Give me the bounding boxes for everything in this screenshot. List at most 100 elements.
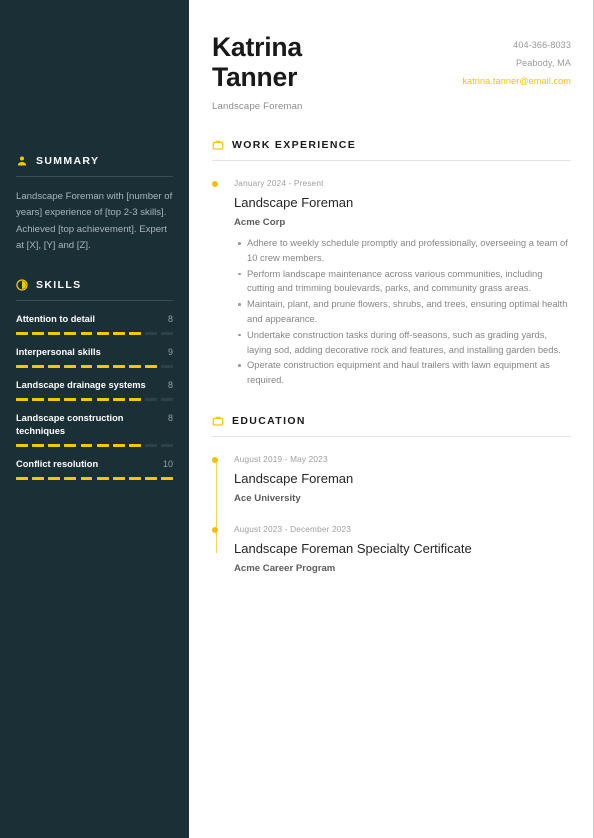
skill-rating-segment — [161, 331, 174, 335]
skill-rating-segment — [80, 331, 93, 335]
skills-heading: SKILLS — [16, 279, 173, 300]
skill-rating-segment — [145, 397, 157, 401]
entry-date: January 2024 - Present — [234, 178, 324, 188]
contact-location: Peabody, MA — [515, 58, 571, 68]
section-work-experience: WORK EXPERIENCE January 2024 - Present La… — [212, 139, 571, 388]
skill-rating-bar — [16, 476, 174, 480]
entry-date: August 2023 - December 2023 — [234, 523, 352, 534]
entry-title: Landscape Foreman — [234, 470, 354, 486]
sidebar-section-skills: SKILLS Attention to detail 8 Interpersonal… — [16, 279, 174, 480]
skill-item: Conflict resolution 10 — [16, 458, 174, 480]
education-heading: EDUCATION — [212, 415, 571, 436]
first-name: Katrina — [212, 32, 302, 62]
skill-rating-bar — [16, 331, 174, 335]
skill-rating-segment — [48, 443, 61, 447]
skill-rating-segment — [64, 397, 77, 401]
skills-divider — [16, 299, 173, 301]
work-divider — [212, 160, 571, 161]
skill-rating-segment — [112, 397, 125, 401]
skill-rating-segment — [16, 397, 28, 401]
summary-title: SUMMARY — [36, 155, 100, 167]
skills-list: Attention to detail 8 Interpersonal skills… — [16, 313, 174, 480]
timeline-line — [215, 458, 218, 553]
skill-rating-segment — [48, 476, 61, 480]
summary-divider — [16, 176, 173, 177]
job-role: Landscape Foreman — [212, 101, 303, 112]
skill-rating-segment — [128, 476, 141, 480]
skill-rating-segment — [16, 476, 28, 480]
skill-rating-segment — [32, 397, 45, 401]
summary-heading: SUMMARY — [16, 155, 173, 176]
sidebar: SUMMARY Landscape Foreman with [number o… — [0, 0, 189, 838]
skill-rating-segment — [48, 364, 61, 368]
skill-rating-segment — [64, 443, 77, 447]
skill-rating-segment — [161, 397, 174, 401]
skill-rating-segment — [128, 443, 141, 447]
pie-chart-icon — [16, 278, 28, 291]
briefcase-icon — [212, 415, 224, 427]
skill-rating-segment — [96, 331, 109, 335]
skill-score: 8 — [167, 379, 173, 390]
skill-row: Attention to detail 8 — [16, 313, 173, 326]
last-name: Tanner — [212, 62, 298, 92]
contact-email[interactable]: katrina.tanner@email.com — [462, 72, 571, 90]
education-divider — [212, 435, 571, 437]
contact-block: 404-366-8033 Peabody, MA katrina.tanner@em… — [462, 27, 571, 90]
sidebar-top-spacer — [16, 0, 173, 155]
skill-score: 8 — [167, 313, 173, 324]
skills-title: SKILLS — [36, 278, 82, 291]
skill-row: Landscape drainage systems 8 — [16, 379, 173, 392]
skill-row: Conflict resolution 10 — [16, 458, 173, 471]
skill-rating-segment — [16, 331, 28, 335]
education-title: EDUCATION — [232, 414, 306, 427]
main-content: Katrina Tanner Landscape Foreman 404-366… — [189, 0, 593, 838]
work-heading: WORK EXPERIENCE — [212, 139, 571, 160]
resume-header: Katrina Tanner Landscape Foreman 404-366… — [212, 27, 571, 112]
timeline-dot — [212, 456, 218, 463]
skill-rating-segment — [80, 364, 93, 368]
skill-rating-segment — [64, 476, 77, 480]
skill-rating-segment — [96, 397, 109, 401]
skill-name: Interpersonal skills — [16, 346, 101, 357]
skill-rating-bar — [16, 443, 174, 447]
skill-row: Landscape construction techniques 8 — [16, 412, 173, 438]
skill-score: 10 — [162, 458, 173, 469]
skill-rating-segment — [16, 364, 28, 368]
skill-item: Landscape drainage systems 8 — [16, 379, 174, 401]
skill-rating-segment — [32, 443, 45, 447]
skill-rating-segment — [80, 397, 93, 401]
skill-rating-segment — [96, 443, 109, 447]
skill-item: Interpersonal skills 9 — [16, 346, 174, 368]
skill-rating-segment — [32, 364, 45, 368]
resume-page: SUMMARY Landscape Foreman with [number o… — [0, 0, 594, 838]
skill-rating-segment — [128, 364, 141, 368]
skill-rating-segment — [112, 364, 125, 368]
skill-rating-segment — [96, 364, 109, 368]
skill-name: Landscape construction techniques — [16, 412, 124, 436]
timeline-dot — [212, 526, 218, 533]
entry-organization: Acme Career Program — [234, 562, 336, 574]
skill-row: Interpersonal skills 9 — [16, 346, 173, 359]
entry-title: Landscape Foreman — [234, 195, 354, 210]
list-item: Operate construction equipment and haul … — [238, 358, 571, 388]
skill-item: Landscape construction techniques 8 — [16, 412, 174, 447]
skill-rating-segment — [48, 397, 61, 401]
skill-rating-segment — [145, 331, 157, 335]
timeline-entry: January 2024 - Present Landscape Foreman A… — [212, 177, 571, 388]
timeline-entry: August 2023 - December 2023 Landscape For… — [212, 523, 571, 575]
skill-rating-bar — [16, 397, 174, 401]
skill-rating-segment — [48, 331, 61, 335]
skill-rating-segment — [64, 331, 77, 335]
work-timeline: January 2024 - Present Landscape Foreman A… — [212, 177, 571, 388]
skill-rating-segment — [145, 476, 157, 480]
sidebar-section-summary: SUMMARY Landscape Foreman with [number o… — [16, 155, 173, 255]
entry-date: August 2019 - May 2023 — [234, 453, 328, 464]
skill-rating-segment — [80, 476, 93, 480]
skill-rating-segment — [32, 331, 45, 335]
timeline-dot — [212, 181, 218, 187]
work-title: WORK EXPERIENCE — [232, 139, 357, 151]
skill-rating-segment — [161, 364, 174, 368]
entry-bullet-list: Adhere to weekly schedule promptly and p… — [234, 236, 571, 388]
skill-score: 8 — [167, 412, 173, 423]
skill-rating-segment — [96, 476, 109, 480]
